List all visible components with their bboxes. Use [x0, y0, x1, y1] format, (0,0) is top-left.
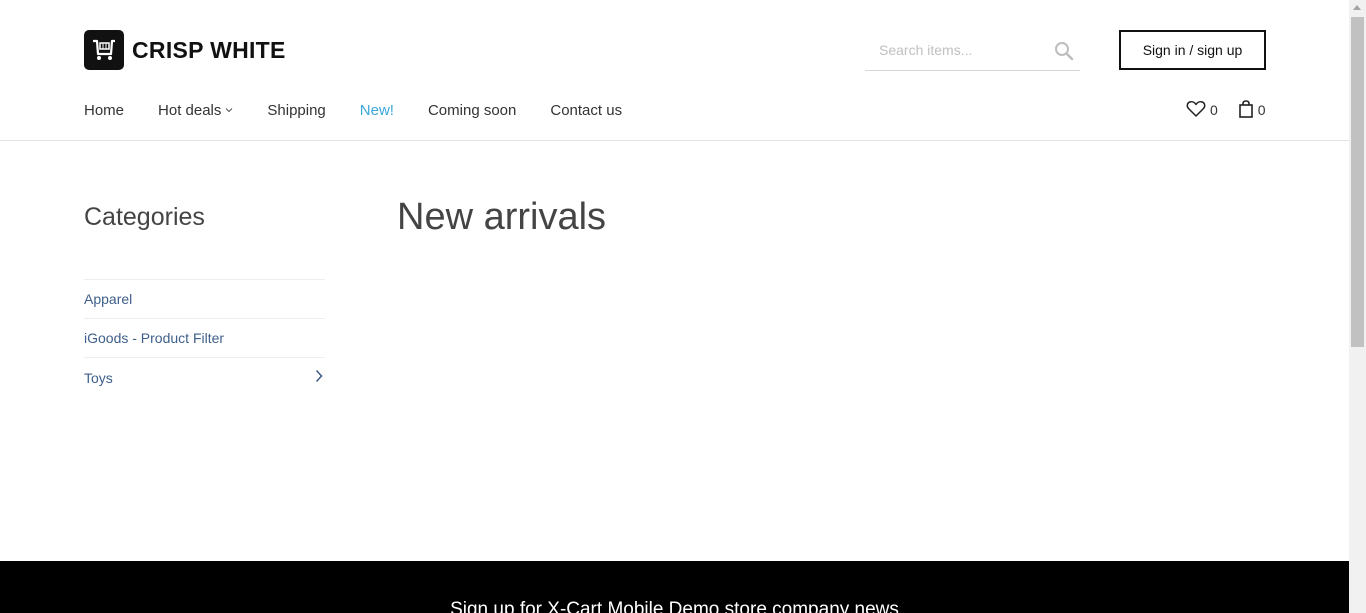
page-scrollbar[interactable]: [1349, 0, 1366, 613]
category-label: Apparel: [84, 291, 133, 307]
header-counters: 0 0: [1186, 99, 1266, 121]
category-label: Toys: [84, 369, 113, 386]
scroll-up-arrow-icon[interactable]: [1353, 5, 1361, 10]
search-box: [865, 30, 1080, 71]
store-logo[interactable]: CRISP WHITE: [84, 30, 286, 70]
nav-shipping-label: Shipping: [267, 101, 326, 119]
newsletter-text: Sign up for X-Cart Mobile Demo store com…: [450, 599, 899, 613]
category-list: Apparel iGoods - Product Filter Toys: [84, 279, 325, 397]
page: CRISP WHITE Sign in / sign up Home Hot d…: [0, 0, 1349, 613]
newsletter-footer: Sign up for X-Cart Mobile Demo store com…: [0, 561, 1349, 613]
nav-shipping[interactable]: Shipping: [267, 102, 325, 119]
nav-coming-soon[interactable]: Coming soon: [428, 102, 516, 119]
nav-coming-soon-label: Coming soon: [427, 101, 517, 119]
header-divider: [0, 140, 1349, 141]
chevron-right-icon[interactable]: [315, 369, 323, 386]
search-input[interactable]: [879, 40, 1044, 60]
nav-home-label: Home: [84, 101, 125, 119]
scroll-thumb[interactable]: [1351, 17, 1364, 347]
category-item-apparel[interactable]: Apparel: [84, 280, 325, 319]
shopping-bag-icon: [1238, 99, 1258, 121]
cart-count: 0: [1257, 102, 1266, 118]
signin-button[interactable]: Sign in / sign up: [1119, 30, 1266, 70]
nav-new-label: New!: [359, 101, 394, 119]
nav-hot-deals-label: Hot deals: [158, 101, 222, 119]
heart-icon: [1186, 100, 1210, 121]
nav-contact-us-label: Contact us: [550, 101, 623, 119]
main-nav: Home Hot deals Shipping New! Coming soon…: [84, 100, 656, 120]
nav-hot-deals[interactable]: Hot deals: [158, 102, 233, 119]
chevron-down-icon: [225, 105, 233, 116]
cart-logo-icon: [84, 30, 124, 70]
nav-new[interactable]: New!: [360, 102, 394, 119]
search-icon[interactable]: [1054, 41, 1074, 61]
category-label: iGoods - Product Filter: [84, 330, 225, 346]
nav-contact-us[interactable]: Contact us: [550, 102, 622, 119]
wishlist-link[interactable]: 0: [1186, 100, 1218, 121]
categories-title: Categories: [84, 203, 205, 231]
page-title: New arrivals: [397, 196, 607, 238]
category-item-igoods[interactable]: iGoods - Product Filter: [84, 319, 325, 358]
brand-name: CRISP WHITE: [132, 36, 286, 63]
nav-home[interactable]: Home: [84, 102, 124, 119]
wishlist-count: 0: [1210, 102, 1218, 118]
cart-link[interactable]: 0: [1238, 99, 1266, 121]
category-item-toys[interactable]: Toys: [84, 358, 325, 397]
